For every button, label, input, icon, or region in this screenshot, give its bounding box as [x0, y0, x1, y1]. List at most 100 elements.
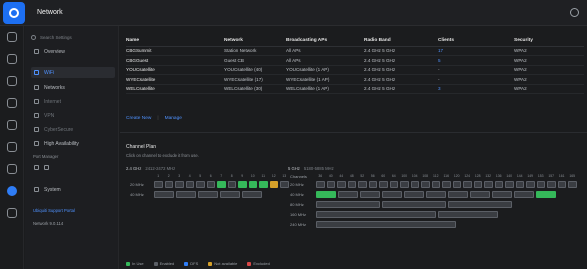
channel-cell[interactable]	[463, 181, 472, 188]
dashboard-icon[interactable]	[7, 32, 17, 42]
channel-cell[interactable]	[536, 191, 556, 198]
channel-cell[interactable]	[400, 181, 409, 188]
channel-cell[interactable]	[154, 181, 163, 188]
channel-cell[interactable]	[206, 181, 215, 188]
sidebar-item-high-availability[interactable]: High Availability	[31, 138, 115, 149]
channel-cell[interactable]	[536, 181, 545, 188]
channel-cell[interactable]	[316, 181, 325, 188]
port-manager-tools[interactable]	[31, 162, 115, 173]
column-header-aps[interactable]: Broadcasting APs	[286, 36, 364, 47]
channel-cell[interactable]	[426, 191, 446, 198]
channel-cell[interactable]	[557, 181, 566, 188]
column-header-clients[interactable]: Clients	[438, 36, 514, 47]
channel-cell[interactable]	[382, 191, 402, 198]
channel-cell[interactable]	[438, 211, 498, 218]
channel-cell[interactable]	[448, 191, 468, 198]
channel-cell[interactable]	[176, 191, 196, 198]
column-header-name[interactable]: Name	[126, 36, 224, 47]
channel-cell[interactable]	[326, 181, 335, 188]
channel-cell[interactable]	[421, 181, 430, 188]
sidebar-item-networks[interactable]: Networks	[31, 82, 115, 93]
channel-cell[interactable]	[164, 181, 173, 188]
sidebar-item-vpn[interactable]: VPN	[31, 110, 115, 121]
search-settings[interactable]: Search Settings	[31, 32, 113, 42]
channel-cell[interactable]	[379, 181, 388, 188]
channel-cell[interactable]	[568, 181, 577, 188]
create-new-button[interactable]: Create New	[126, 116, 151, 121]
channel-cell[interactable]	[404, 191, 424, 198]
channel-cell[interactable]	[316, 211, 436, 218]
high-availability-icon	[34, 141, 39, 146]
channel-cell[interactable]	[473, 181, 482, 188]
channel-cell[interactable]	[238, 181, 247, 188]
logs-icon[interactable]	[7, 208, 17, 218]
channel-cell[interactable]	[526, 181, 535, 188]
channel-cell[interactable]	[347, 181, 356, 188]
channel-cell[interactable]	[505, 181, 514, 188]
channel-cell[interactable]	[492, 191, 512, 198]
channel-cell[interactable]	[316, 201, 380, 208]
users-icon[interactable]	[7, 164, 17, 174]
clients-icon[interactable]	[7, 98, 17, 108]
channel-cell[interactable]	[259, 181, 268, 188]
cell-name: CBGSummit	[126, 46, 224, 56]
table-row[interactable]: YOUCsatellite YOUCsatellite (40) YOUCsat…	[126, 65, 584, 75]
channel-cell[interactable]	[220, 191, 240, 198]
sidebar-item-system[interactable]: System	[31, 184, 115, 195]
sidebar-item-overview[interactable]: Overview	[31, 46, 115, 57]
channel-cell[interactable]	[360, 191, 380, 198]
channel-cell[interactable]	[514, 191, 534, 198]
manage-button[interactable]: Manage	[165, 116, 182, 121]
band-5-row-40: 40 MHz	[290, 192, 304, 197]
settings-gear-icon[interactable]	[570, 8, 579, 17]
channel-cell[interactable]	[452, 181, 461, 188]
channel-cell[interactable]	[515, 181, 524, 188]
channel-cell[interactable]	[389, 181, 398, 188]
channel-cell[interactable]	[316, 221, 456, 228]
insights-icon[interactable]	[7, 142, 17, 152]
channel-cell[interactable]	[448, 201, 512, 208]
table-row[interactable]: CBGSummit Station Network All APs 2.4 GH…	[126, 46, 584, 56]
sidebar-item-wifi[interactable]: WiFi	[31, 67, 115, 78]
band-24-row-40: 40 MHz	[130, 192, 144, 197]
channel-cell[interactable]	[196, 181, 205, 188]
channel-cell[interactable]	[358, 181, 367, 188]
table-row[interactable]: WYECsatellite WYECsatellite (17) WYECsat…	[126, 74, 584, 85]
channel-cell[interactable]	[338, 191, 358, 198]
channel-cell[interactable]	[382, 201, 446, 208]
ubiquiti-logo-icon[interactable]	[3, 1, 25, 24]
support-link[interactable]: Ubiquiti Support Portal	[33, 208, 75, 213]
sidebar-item-internet[interactable]: Internet	[31, 96, 115, 107]
channel-cell[interactable]	[217, 181, 226, 188]
channel-cell[interactable]	[316, 191, 336, 198]
sidebar-item-cybersecure[interactable]: CyberSecure	[31, 124, 115, 135]
protect-icon[interactable]	[7, 120, 17, 130]
channel-cell[interactable]	[248, 181, 257, 188]
column-header-band[interactable]: Radio Band	[364, 36, 438, 47]
channel-cell[interactable]	[442, 181, 451, 188]
channel-cell[interactable]	[494, 181, 503, 188]
channel-cell[interactable]	[198, 191, 218, 198]
settings-icon[interactable]	[7, 186, 17, 196]
channel-cell[interactable]	[547, 181, 556, 188]
channel-cell[interactable]	[227, 181, 236, 188]
column-header-security[interactable]: Security	[514, 36, 584, 47]
channel-cell[interactable]	[410, 181, 419, 188]
channel-cell[interactable]	[470, 191, 490, 198]
band-24-20mhz-channels	[154, 181, 289, 188]
channel-cell[interactable]	[269, 181, 278, 188]
table-row[interactable]: WELCsatellite WELCsatellite (30) WELCsat…	[126, 84, 584, 94]
channel-cell[interactable]	[431, 181, 440, 188]
channel-cell[interactable]	[484, 181, 493, 188]
channel-cell[interactable]	[185, 181, 194, 188]
channel-cell[interactable]	[154, 191, 174, 198]
channel-cell[interactable]	[368, 181, 377, 188]
topology-icon[interactable]	[7, 54, 17, 64]
devices-icon[interactable]	[7, 76, 17, 86]
channel-cell[interactable]	[175, 181, 184, 188]
channel-cell[interactable]	[242, 191, 262, 198]
column-header-network[interactable]: Network	[224, 36, 286, 47]
channel-cell[interactable]	[280, 181, 289, 188]
channel-cell[interactable]	[337, 181, 346, 188]
table-row[interactable]: CBGGuest Guest CB All APs 2.4 GHz 5 GHz …	[126, 55, 584, 66]
